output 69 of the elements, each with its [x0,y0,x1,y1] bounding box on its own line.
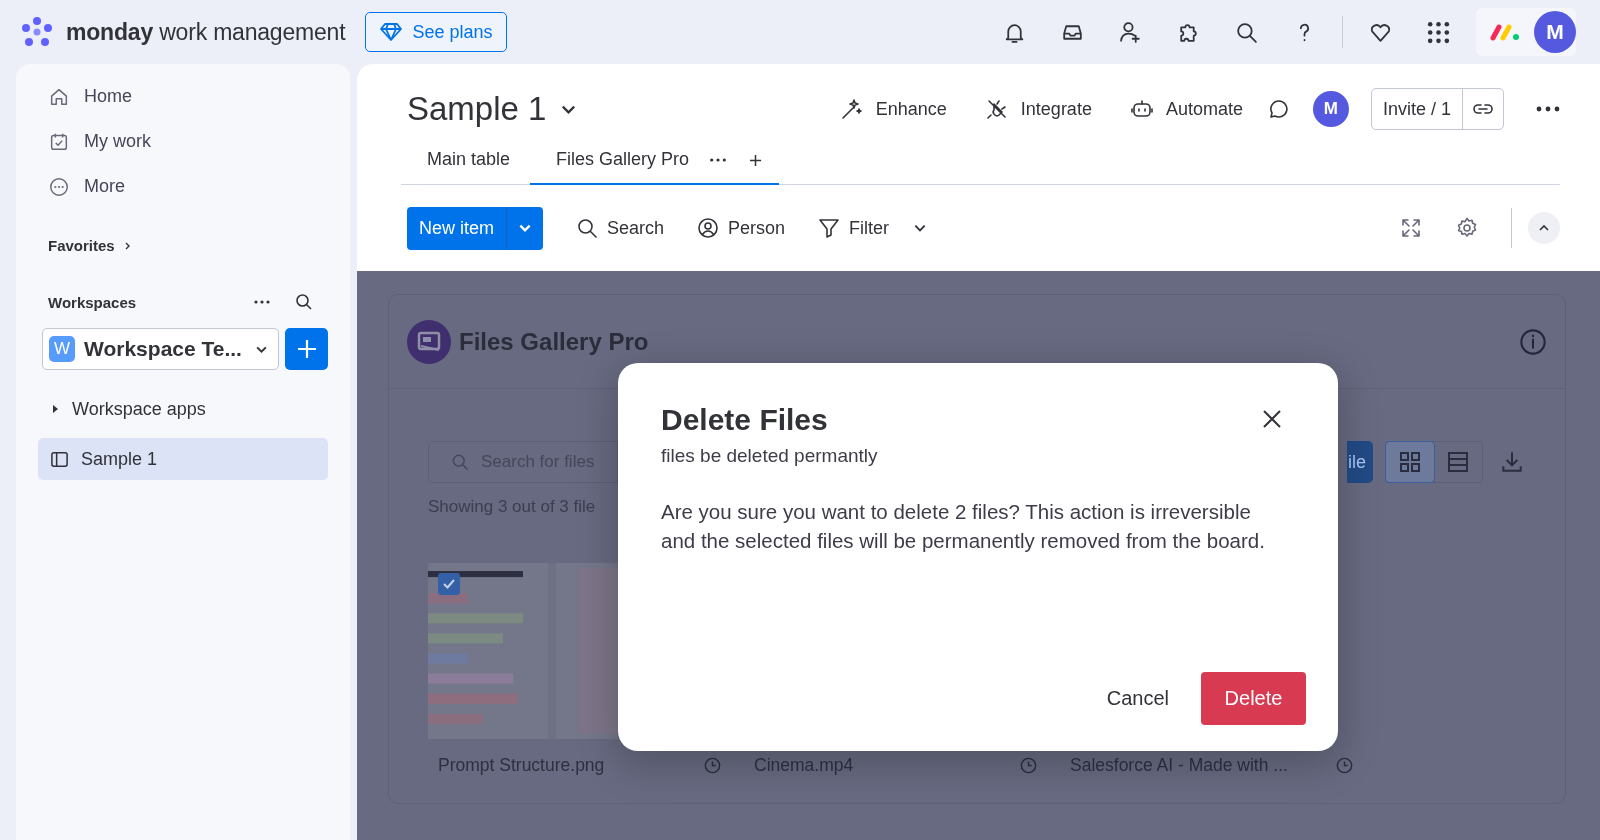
favorites-link[interactable]: Favorites [48,237,115,254]
apps-grid-icon[interactable] [1426,19,1451,45]
info-icon[interactable] [1519,327,1547,356]
person-icon [696,216,721,240]
view-mode-button[interactable] [1386,442,1434,482]
upload-button[interactable]: ile [1347,441,1373,483]
search-icon [575,216,599,240]
toolbar-button[interactable]: Enhance [837,97,949,121]
user-avatar[interactable]: M [1312,91,1349,127]
user-avatar[interactable]: M [1534,11,1576,53]
view-tab[interactable]: Files Gallery Pro [530,136,780,185]
workspace-dropdown[interactable]: W Workspace Te... [42,328,280,370]
nav-item[interactable]: More [38,164,328,209]
file-checkbox[interactable] [438,573,460,595]
add-button[interactable] [285,328,328,370]
clock-icon[interactable] [1335,755,1354,775]
board-title[interactable]: Sample 1 [407,90,578,128]
search-icon [450,452,470,472]
filter-icon [817,216,842,240]
invite-button[interactable]: Invite / 1 [1371,89,1463,129]
workspaces-heading: Workspaces [48,293,138,311]
grid-view-icon [1398,450,1422,474]
board-icon [50,449,69,469]
close-icon [1262,409,1282,429]
tree-item[interactable]: Sample 1 [38,438,328,480]
more-icon[interactable] [709,157,728,163]
delete-button[interactable]: Delete [1201,672,1306,725]
magic-wand-icon [839,97,864,121]
file-name: Salesforce AI - Made with ... [1070,754,1289,776]
filter-button[interactable]: Filter [817,216,928,240]
nav-item[interactable]: My work [38,119,328,164]
app-title: Files Gallery Pro [459,327,649,356]
file-name: Cinema.mp4 [754,754,855,776]
dialog-subtitle: files be deleted permantly [661,445,878,467]
account-tile[interactable]: M [1476,8,1576,56]
workspace-name: Workspace Te... [84,337,243,361]
download-icon[interactable] [1499,449,1525,475]
cancel-button[interactable]: Cancel [1106,687,1169,710]
dialog-title: Delete Files [661,403,829,437]
checkmark-icon [442,577,456,591]
list-view-icon [1446,450,1470,474]
view-tab[interactable]: Main table [401,136,531,185]
clock-icon[interactable] [1019,755,1038,775]
search-button[interactable]: Search [575,216,665,240]
plug-icon [984,97,1009,121]
new-item-button[interactable]: New item [407,206,507,250]
tree-item[interactable]: Workspace apps [38,388,328,430]
expand-arrow-icon [50,404,60,414]
toolbar-button[interactable]: Integrate [982,97,1094,121]
more-icon[interactable] [1536,105,1560,113]
workspace-badge: W [49,336,75,362]
gallery-app-icon [407,319,451,364]
diamond-icon [380,22,403,42]
person-filter-button[interactable]: Person [696,216,786,240]
dialog-message: Are you sure you want to delete 2 files? This action is irreversible and the selected files will be permanently removed from the board. [661,499,1266,554]
logo-icon [20,16,54,48]
app-name: monday work management [66,18,346,46]
see-plans-button[interactable]: See plans [365,12,508,52]
plus-icon[interactable] [749,153,763,167]
nav-item[interactable]: Home [38,74,328,119]
collapse-button[interactable] [1528,212,1560,244]
toolbar-button[interactable]: Automate [1127,97,1245,121]
search-icon[interactable] [294,292,314,312]
product-logo-icon [1490,23,1520,41]
invite-person-icon[interactable] [1118,19,1143,45]
more-icon [48,175,70,198]
plus-icon [295,338,318,360]
clock-icon[interactable] [703,755,722,775]
file-name: Prompt Structure.png [438,754,606,776]
